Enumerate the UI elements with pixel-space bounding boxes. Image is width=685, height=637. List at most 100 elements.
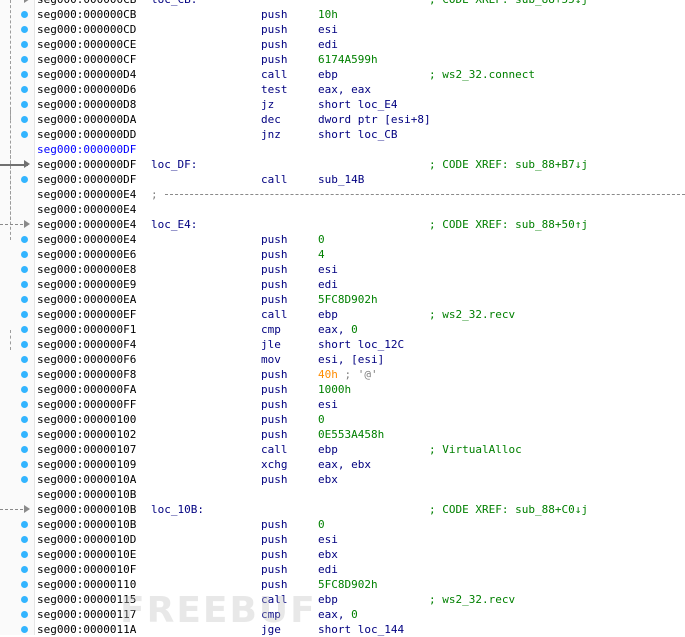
operand[interactable]: ebp [318,67,338,82]
operand[interactable]: esi, [esi] [318,352,384,367]
operand[interactable]: eax, eax [318,82,371,97]
listing-row[interactable]: seg000:000000DA dec dword ptr [esi+8] [37,112,685,127]
listing-row[interactable]: seg000:000000F4 jle short loc_12C [37,337,685,352]
address[interactable]: seg000:000000EA [37,292,136,307]
operand[interactable]: esi [318,262,338,277]
code-label[interactable]: loc_DF: [151,157,197,172]
listing-row[interactable]: seg000:0000010E push ebx [37,547,685,562]
operand[interactable]: 0 [318,232,325,247]
operand[interactable]: short loc_12C [318,337,404,352]
address[interactable]: seg000:000000CE [37,37,136,52]
breakpoint-dot[interactable] [21,116,28,123]
listing-row[interactable]: seg000:0000010B loc_10B: ; CODE XREF: sub_… [37,502,685,517]
breakpoint-dot[interactable] [21,11,28,18]
breakpoint-dot[interactable] [21,626,28,633]
address[interactable]: seg000:000000F4 [37,337,136,352]
address[interactable]: seg000:00000102 [37,427,136,442]
address[interactable]: seg000:000000FF [37,397,136,412]
operand[interactable]: 4 [318,247,325,262]
breakpoint-dot[interactable] [21,26,28,33]
operand[interactable]: short loc_E4 [318,97,397,112]
operand[interactable]: 5FC8D902h [318,577,378,592]
breakpoint-dot[interactable] [21,71,28,78]
operand[interactable]: ebx [318,472,338,487]
breakpoint-dot[interactable] [21,416,28,423]
breakpoint-dot[interactable] [21,86,28,93]
listing-row[interactable]: seg000:000000CD push esi [37,22,685,37]
comment[interactable]: ; CODE XREF: sub_88+C0↓j [429,502,588,517]
listing-row[interactable]: seg000:000000DD jnz short loc_CB [37,127,685,142]
listing-row[interactable]: seg000:0000010B push 0 [37,517,685,532]
breakpoint-dot[interactable] [21,326,28,333]
operand[interactable]: 10h [318,7,338,22]
breakpoint-dot[interactable] [21,311,28,318]
breakpoint-dot[interactable] [21,131,28,138]
breakpoint-dot[interactable] [21,356,28,363]
address[interactable]: seg000:00000107 [37,442,136,457]
listing-row[interactable]: seg000:000000CB loc_CB: ; CODE XREF: sub_8… [37,0,685,7]
address[interactable]: seg000:00000100 [37,412,136,427]
comment[interactable]: ; CODE XREF: sub_88+B7↓j [429,157,588,172]
address[interactable]: seg000:000000CB [37,7,136,22]
listing-row[interactable]: seg000:000000F6 mov esi, [esi] [37,352,685,367]
breakpoint-dot[interactable] [21,446,28,453]
address[interactable]: seg000:000000F8 [37,367,136,382]
address[interactable]: seg000:000000E6 [37,247,136,262]
operand[interactable]: ebx [318,547,338,562]
operand[interactable]: eax, 0 [318,607,358,622]
listing-row[interactable]: seg000:0000010A push ebx [37,472,685,487]
operand[interactable]: ebp [318,592,338,607]
comment[interactable]: ; ws2_32.connect [429,67,535,82]
address[interactable]: seg000:000000CB [37,0,136,7]
listing-row[interactable]: seg000:00000100 push 0 [37,412,685,427]
breakpoint-dot[interactable] [21,266,28,273]
listing-row[interactable]: seg000:00000109 xchg eax, ebx [37,457,685,472]
address[interactable]: seg000:0000010D [37,532,136,547]
address[interactable]: seg000:000000E4 [37,202,136,217]
breakpoint-dot[interactable] [21,251,28,258]
operand[interactable]: 0E553A458h [318,427,384,442]
breakpoint-dot[interactable] [21,596,28,603]
address[interactable]: seg000:000000D6 [37,82,136,97]
listing-row[interactable]: seg000:000000D8 jz short loc_E4 [37,97,685,112]
breakpoint-dot[interactable] [21,401,28,408]
address[interactable]: seg000:000000E4 [37,187,136,202]
breakpoint-dot[interactable] [21,536,28,543]
listing-row[interactable]: seg000:000000E4 push 0 [37,232,685,247]
listing-row[interactable]: seg000:000000CB push 10h [37,7,685,22]
address[interactable]: seg000:0000010B [37,502,136,517]
operand[interactable]: eax, ebx [318,457,371,472]
listing-row[interactable]: seg000:000000E4; [37,187,685,202]
operand[interactable]: edi [318,37,338,52]
operand[interactable]: edi [318,562,338,577]
operand[interactable]: 0 [318,517,325,532]
address[interactable]: seg000:0000010A [37,472,136,487]
breakpoint-dot[interactable] [21,551,28,558]
comment[interactable]: ; ws2_32.recv [429,592,515,607]
breakpoint-dot[interactable] [21,611,28,618]
listing-row[interactable]: seg000:000000FA push 1000h [37,382,685,397]
operand[interactable]: 1000h [318,382,351,397]
operand[interactable]: ebp [318,307,338,322]
breakpoint-dot[interactable] [21,431,28,438]
address[interactable]: seg000:000000D8 [37,97,136,112]
address[interactable]: seg000:000000DA [37,112,136,127]
listing-row[interactable]: seg000:000000DF loc_DF: ; CODE XREF: sub_8… [37,157,685,172]
listing-row[interactable]: seg000:000000D6 test eax, eax [37,82,685,97]
listing-row[interactable]: seg000:0000010F push edi [37,562,685,577]
operand[interactable]: eax, 0 [318,322,358,337]
code-label[interactable]: loc_10B: [151,502,204,517]
listing-row[interactable]: seg000:00000102 push 0E553A458h [37,427,685,442]
breakpoint-dot[interactable] [21,281,28,288]
operand[interactable]: esi [318,22,338,37]
operand[interactable]: sub_14B [318,172,364,187]
listing-row[interactable]: seg000:000000FF push esi [37,397,685,412]
address[interactable]: seg000:000000CF [37,52,136,67]
operand[interactable]: short loc_CB [318,127,397,142]
address[interactable]: seg000:000000DD [37,127,136,142]
listing-row[interactable]: seg000:000000E4 loc_E4: ; CODE XREF: sub_8… [37,217,685,232]
breakpoint-dot[interactable] [21,386,28,393]
address[interactable]: seg000:0000010B [37,487,136,502]
listing-row[interactable]: seg000:000000DF call sub_14B [37,172,685,187]
comment[interactable]: ; ws2_32.recv [429,307,515,322]
